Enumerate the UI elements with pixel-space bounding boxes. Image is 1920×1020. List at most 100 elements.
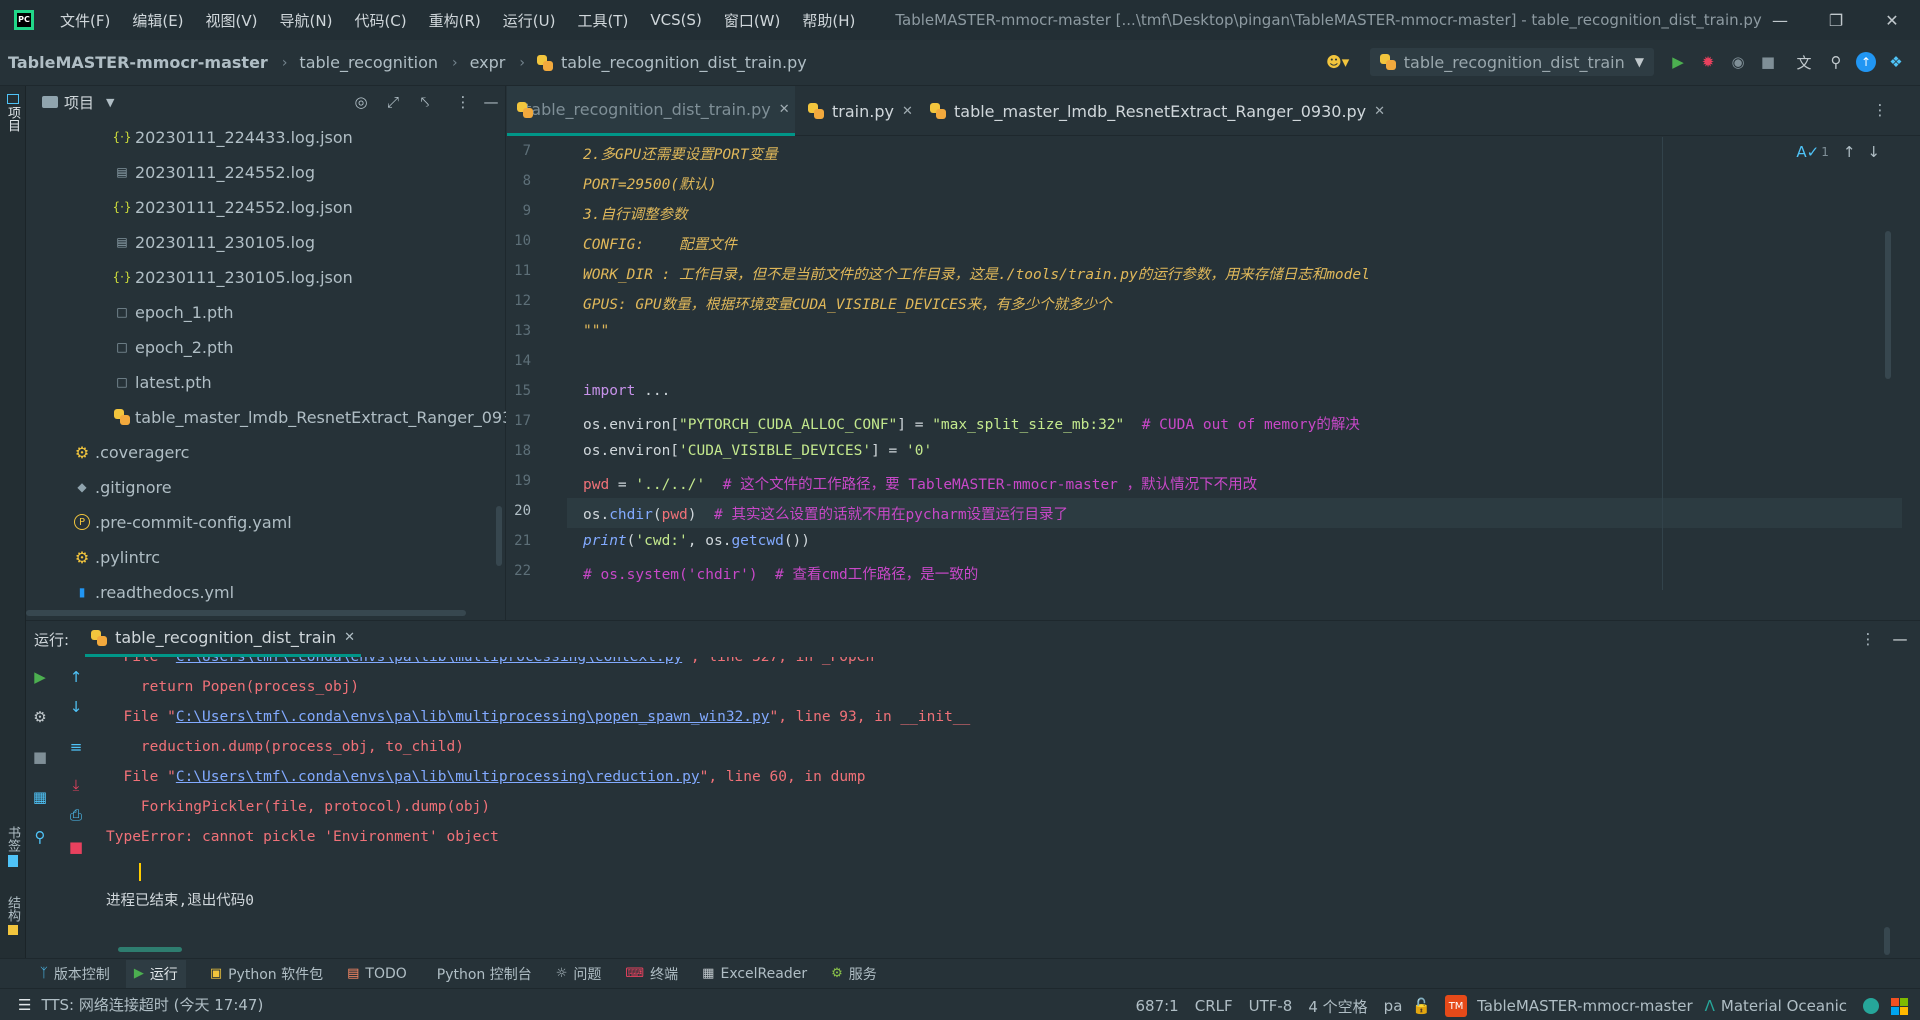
tab-table-master-config[interactable]: table_master_lmdb_ResnetExtract_Ranger_0…	[920, 86, 1395, 136]
indent-setting[interactable]: 4 个空格	[1308, 996, 1367, 1017]
horizontal-scrollbar[interactable]	[26, 610, 466, 616]
collaboration-icon[interactable]: ☻▾	[1326, 50, 1350, 74]
update-icon[interactable]: ↑	[1856, 52, 1876, 72]
tree-item[interactable]: ▤ 20230111_230105.log	[114, 227, 315, 257]
menu-vcs[interactable]: VCS(S)	[650, 11, 701, 29]
lock-icon[interactable]: 🔓	[1412, 997, 1431, 1015]
trash-icon[interactable]: ■	[64, 835, 88, 859]
hide-panel-icon[interactable]: —	[479, 90, 503, 114]
layout-icon[interactable]: ▦	[28, 785, 52, 809]
scroll-to-end-icon[interactable]: ⤓	[64, 773, 88, 797]
menu-file[interactable]: 文件(F)	[60, 10, 110, 31]
menu-edit[interactable]: 编辑(E)	[132, 10, 183, 31]
debug-icon[interactable]: ✹	[1696, 50, 1720, 74]
code-with-me-icon[interactable]: ❖	[1884, 50, 1908, 74]
theme-name[interactable]: Material Oceanic	[1721, 997, 1847, 1015]
tree-item[interactable]: P .pre-commit-config.yaml	[74, 507, 292, 537]
status-indicator-icon[interactable]	[1863, 998, 1879, 1014]
translate-icon[interactable]: 文	[1792, 50, 1816, 74]
coverage-icon[interactable]: ◉	[1726, 50, 1750, 74]
tree-item[interactable]: ▤ 20230111_224552.log	[114, 157, 315, 187]
inspection-widget[interactable]: A✓ 1 ↑ ↓	[1796, 143, 1880, 161]
tab-table-recognition-dist-train[interactable]: table_recognition_dist_train.py ✕	[507, 86, 795, 136]
tool-tab-python-console[interactable]: ᢯ Python 控制台	[431, 964, 532, 984]
caret-position[interactable]: 687:1	[1136, 997, 1179, 1015]
run-config-selector[interactable]: table_recognition_dist_train ▼	[1370, 48, 1654, 76]
close-tab-icon[interactable]: ✕	[779, 102, 790, 117]
run-tab[interactable]: table_recognition_dist_train ✕	[85, 621, 361, 657]
tool-tab-todo[interactable]: ▤ TODO	[347, 966, 407, 982]
close-tab-icon[interactable]: ✕	[902, 104, 913, 119]
line-separator[interactable]: CRLF	[1195, 997, 1233, 1015]
tree-item[interactable]: ▮ .readthedocs.yml	[74, 577, 234, 607]
arrow-up-icon[interactable]: ↑	[1843, 143, 1856, 161]
tool-tab-services[interactable]: ⚙ 服务	[831, 964, 877, 984]
tool-tab-python-packages[interactable]: ▣ Python 软件包	[210, 964, 323, 984]
arrow-down-icon[interactable]: ↓	[64, 695, 88, 719]
tree-item[interactable]: ◆ .gitignore	[74, 472, 172, 502]
menu-view[interactable]: 视图(V)	[206, 10, 258, 31]
editor-scrollbar[interactable]	[1885, 231, 1891, 379]
tool-tab-run[interactable]: ▶ 运行	[126, 960, 186, 988]
soft-wrap-icon[interactable]: ≡	[64, 735, 88, 759]
tree-item[interactable]: ⚙ .coveragerc	[74, 437, 189, 467]
project-tool-button[interactable]: 项目	[3, 94, 22, 132]
chevron-down-icon[interactable]: ▼	[106, 96, 114, 109]
tree-item[interactable]: □ latest.pth	[114, 367, 212, 397]
restore-button[interactable]: ❐	[1808, 0, 1864, 40]
close-window-button[interactable]: ✕	[1864, 0, 1920, 40]
menu-refactor[interactable]: 重构(R)	[429, 10, 481, 31]
breadcrumb-project[interactable]: TableMASTER-mmocr-master	[8, 53, 268, 72]
more-options-icon[interactable]: ⋮	[451, 90, 475, 114]
windows-icon[interactable]	[1891, 998, 1908, 1015]
pin-icon[interactable]: ⚲	[28, 825, 52, 849]
tree-item[interactable]: □ epoch_2.pth	[114, 332, 234, 362]
project-name[interactable]: TableMASTER-mmocr-master	[1477, 997, 1693, 1015]
settings-icon[interactable]: ⚙	[28, 705, 52, 729]
tree-item[interactable]: table_master_lmdb_ResnetExtract_Ranger_0…	[114, 402, 506, 432]
stop-icon[interactable]: ■	[28, 745, 52, 769]
breadcrumb-folder-expr[interactable]: expr	[470, 53, 506, 72]
console-hscrollbar[interactable]	[118, 947, 182, 952]
print-icon[interactable]: ⎙	[64, 803, 88, 827]
locate-file-icon[interactable]: ◎	[349, 90, 373, 114]
file-encoding[interactable]: UTF-8	[1249, 997, 1293, 1015]
tree-item[interactable]: ⚙ .pylintrc	[74, 542, 160, 572]
menu-navigate[interactable]: 导航(N)	[280, 10, 333, 31]
tree-item[interactable]: {·} 20230111_224433.log.json	[114, 122, 353, 152]
arrow-up-icon[interactable]: ↑	[64, 665, 88, 689]
hide-panel-icon[interactable]: —	[1888, 627, 1912, 651]
arrow-down-icon[interactable]: ↓	[1867, 143, 1880, 161]
tree-item[interactable]: {·} 20230111_224552.log.json	[114, 192, 353, 222]
tool-tab-terminal[interactable]: ⌨ 终端	[625, 964, 678, 984]
tool-tab-version-control[interactable]: ᛉ 版本控制	[40, 964, 110, 984]
tree-item[interactable]: □ epoch_1.pth	[114, 297, 234, 327]
menu-window[interactable]: 窗口(W)	[724, 10, 781, 31]
status-message[interactable]: TTS: 网络连接超时 (今天 17:47)	[41, 994, 263, 1015]
bookmarks-tool-button[interactable]: 书签	[3, 826, 22, 867]
console-output[interactable]: File "C:\Users\tmf\.conda\envs\pa\lib\mu…	[96, 657, 1896, 947]
rerun-icon[interactable]: ▶	[28, 665, 52, 689]
more-options-icon[interactable]: ⋮	[1856, 627, 1880, 651]
run-icon[interactable]: ▶	[1666, 50, 1690, 74]
tab-train[interactable]: train.py ✕	[798, 86, 923, 136]
tool-tab-excel-reader[interactable]: ▦ ExcelReader	[702, 966, 807, 982]
minimize-button[interactable]: —	[1752, 0, 1808, 40]
vertical-scrollbar[interactable]	[496, 506, 502, 566]
stop-icon[interactable]: ■	[1756, 50, 1780, 74]
tool-tab-problems[interactable]: ☼ 问题	[556, 964, 602, 984]
python-interpreter[interactable]: pa	[1384, 997, 1403, 1015]
tree-item[interactable]: {·} 20230111_230105.log.json	[114, 262, 353, 292]
collapse-all-icon[interactable]: ⤣	[413, 90, 437, 114]
menu-tools[interactable]: 工具(T)	[577, 10, 628, 31]
close-tab-icon[interactable]: ✕	[344, 630, 355, 645]
code-editor[interactable]: A✓ 1 ↑ ↓ 7 2.多GPU还需要设置PORT变量 8 PORT=2950…	[507, 137, 1920, 590]
more-tabs-icon[interactable]: ⋮	[1868, 98, 1892, 122]
menu-run[interactable]: 运行(U)	[503, 10, 556, 31]
search-icon[interactable]: ⚲	[1824, 50, 1848, 74]
breadcrumb-file[interactable]: table_recognition_dist_train.py	[561, 53, 807, 72]
menu-code[interactable]: 代码(C)	[354, 10, 406, 31]
close-tab-icon[interactable]: ✕	[1374, 104, 1385, 119]
console-scrollbar[interactable]	[1884, 927, 1890, 955]
expand-all-icon[interactable]: ⤢	[381, 90, 405, 114]
